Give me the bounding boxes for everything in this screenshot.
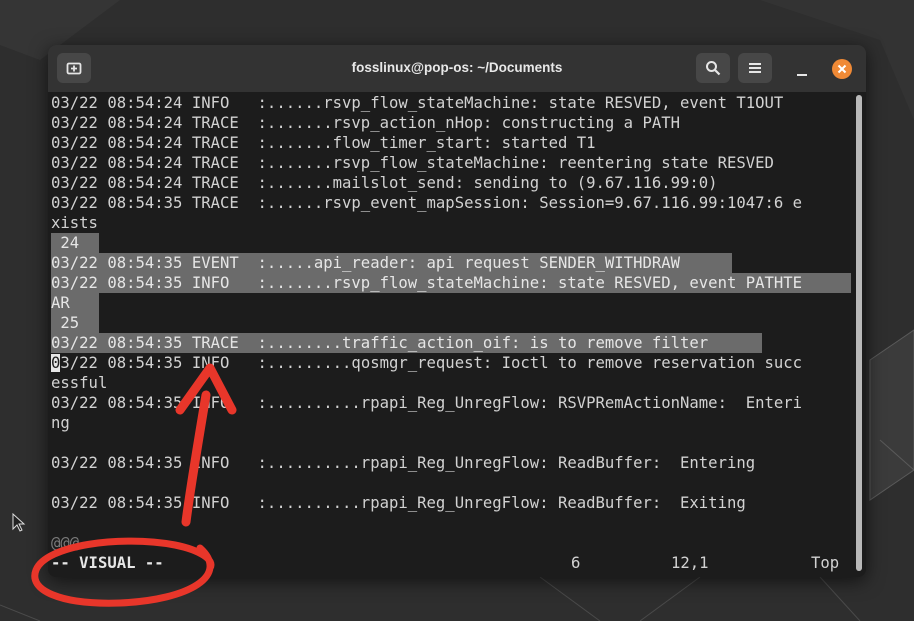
scrollbar-thumb[interactable] bbox=[856, 95, 862, 571]
selected-line: 25 bbox=[51, 313, 99, 333]
terminal-line: 03/22 08:54:24 TRACE :.......flow_timer_… bbox=[51, 134, 596, 152]
minimize-icon bbox=[797, 74, 807, 76]
search-button[interactable] bbox=[696, 53, 730, 83]
scrollbar[interactable] bbox=[856, 95, 862, 571]
mouse-pointer-icon bbox=[12, 513, 26, 532]
minimize-button[interactable] bbox=[790, 61, 814, 77]
selected-line: AR bbox=[51, 293, 99, 313]
selected-line: 24 bbox=[51, 233, 99, 253]
cursor-position: 12,1 bbox=[671, 554, 709, 572]
selected-line: 03/22 08:54:35 EVENT :.....api_reader: a… bbox=[51, 253, 732, 273]
terminal-line: 03/22 08:54:35 INFO :..........rpapi_Reg… bbox=[51, 494, 746, 512]
close-icon bbox=[837, 64, 847, 74]
close-button[interactable] bbox=[832, 59, 852, 79]
terminal-line: xists bbox=[51, 214, 98, 232]
cursor-line-text: 3/22 08:54:35 INFO :.........qosmgr_requ… bbox=[60, 354, 803, 372]
terminal-window: fosslinux@pop-os: ~/Documents 03/22 08:5… bbox=[48, 45, 866, 577]
terminal-line: ng bbox=[51, 414, 70, 432]
terminal-line: 03/22 08:54:24 TRACE :.......rsvp_action… bbox=[51, 114, 681, 132]
terminal-line: 03/22 08:54:24 TRACE :.......rsvp_flow_s… bbox=[51, 154, 774, 172]
selected-line: 03/22 08:54:35 INFO :.......rsvp_flow_st… bbox=[51, 273, 851, 293]
terminal-content[interactable]: 03/22 08:54:24 INFO :......rsvp_flow_sta… bbox=[48, 93, 854, 577]
title-bar: fosslinux@pop-os: ~/Documents bbox=[48, 45, 866, 92]
search-icon bbox=[706, 61, 721, 76]
terminal-line: 03/22 08:54:24 INFO :......rsvp_flow_sta… bbox=[51, 94, 784, 112]
selection-count: 6 bbox=[571, 554, 581, 572]
terminal-line: essful bbox=[51, 374, 108, 392]
scroll-position: Top bbox=[811, 554, 840, 572]
menu-button[interactable] bbox=[738, 53, 772, 83]
terminal-line: 03/22 08:54:35 INFO :..........rpapi_Reg… bbox=[51, 394, 803, 412]
terminal-line: 03/22 08:54:35 TRACE :......rsvp_event_m… bbox=[51, 194, 803, 212]
vim-mode-indicator: -- VISUAL -- bbox=[51, 554, 164, 572]
cursor-line: 03/22 08:54:35 INFO :.........qosmgr_req… bbox=[51, 353, 802, 373]
terminal-line: @@@ bbox=[51, 534, 80, 552]
selected-line: 03/22 08:54:35 TRACE :........traffic_ac… bbox=[51, 333, 762, 353]
text-cursor: 0 bbox=[51, 354, 61, 372]
terminal-line: 03/22 08:54:35 INFO :..........rpapi_Reg… bbox=[51, 454, 756, 472]
terminal-line: 03/22 08:54:24 TRACE :.......mailslot_se… bbox=[51, 174, 718, 192]
hamburger-menu-icon bbox=[749, 63, 761, 73]
